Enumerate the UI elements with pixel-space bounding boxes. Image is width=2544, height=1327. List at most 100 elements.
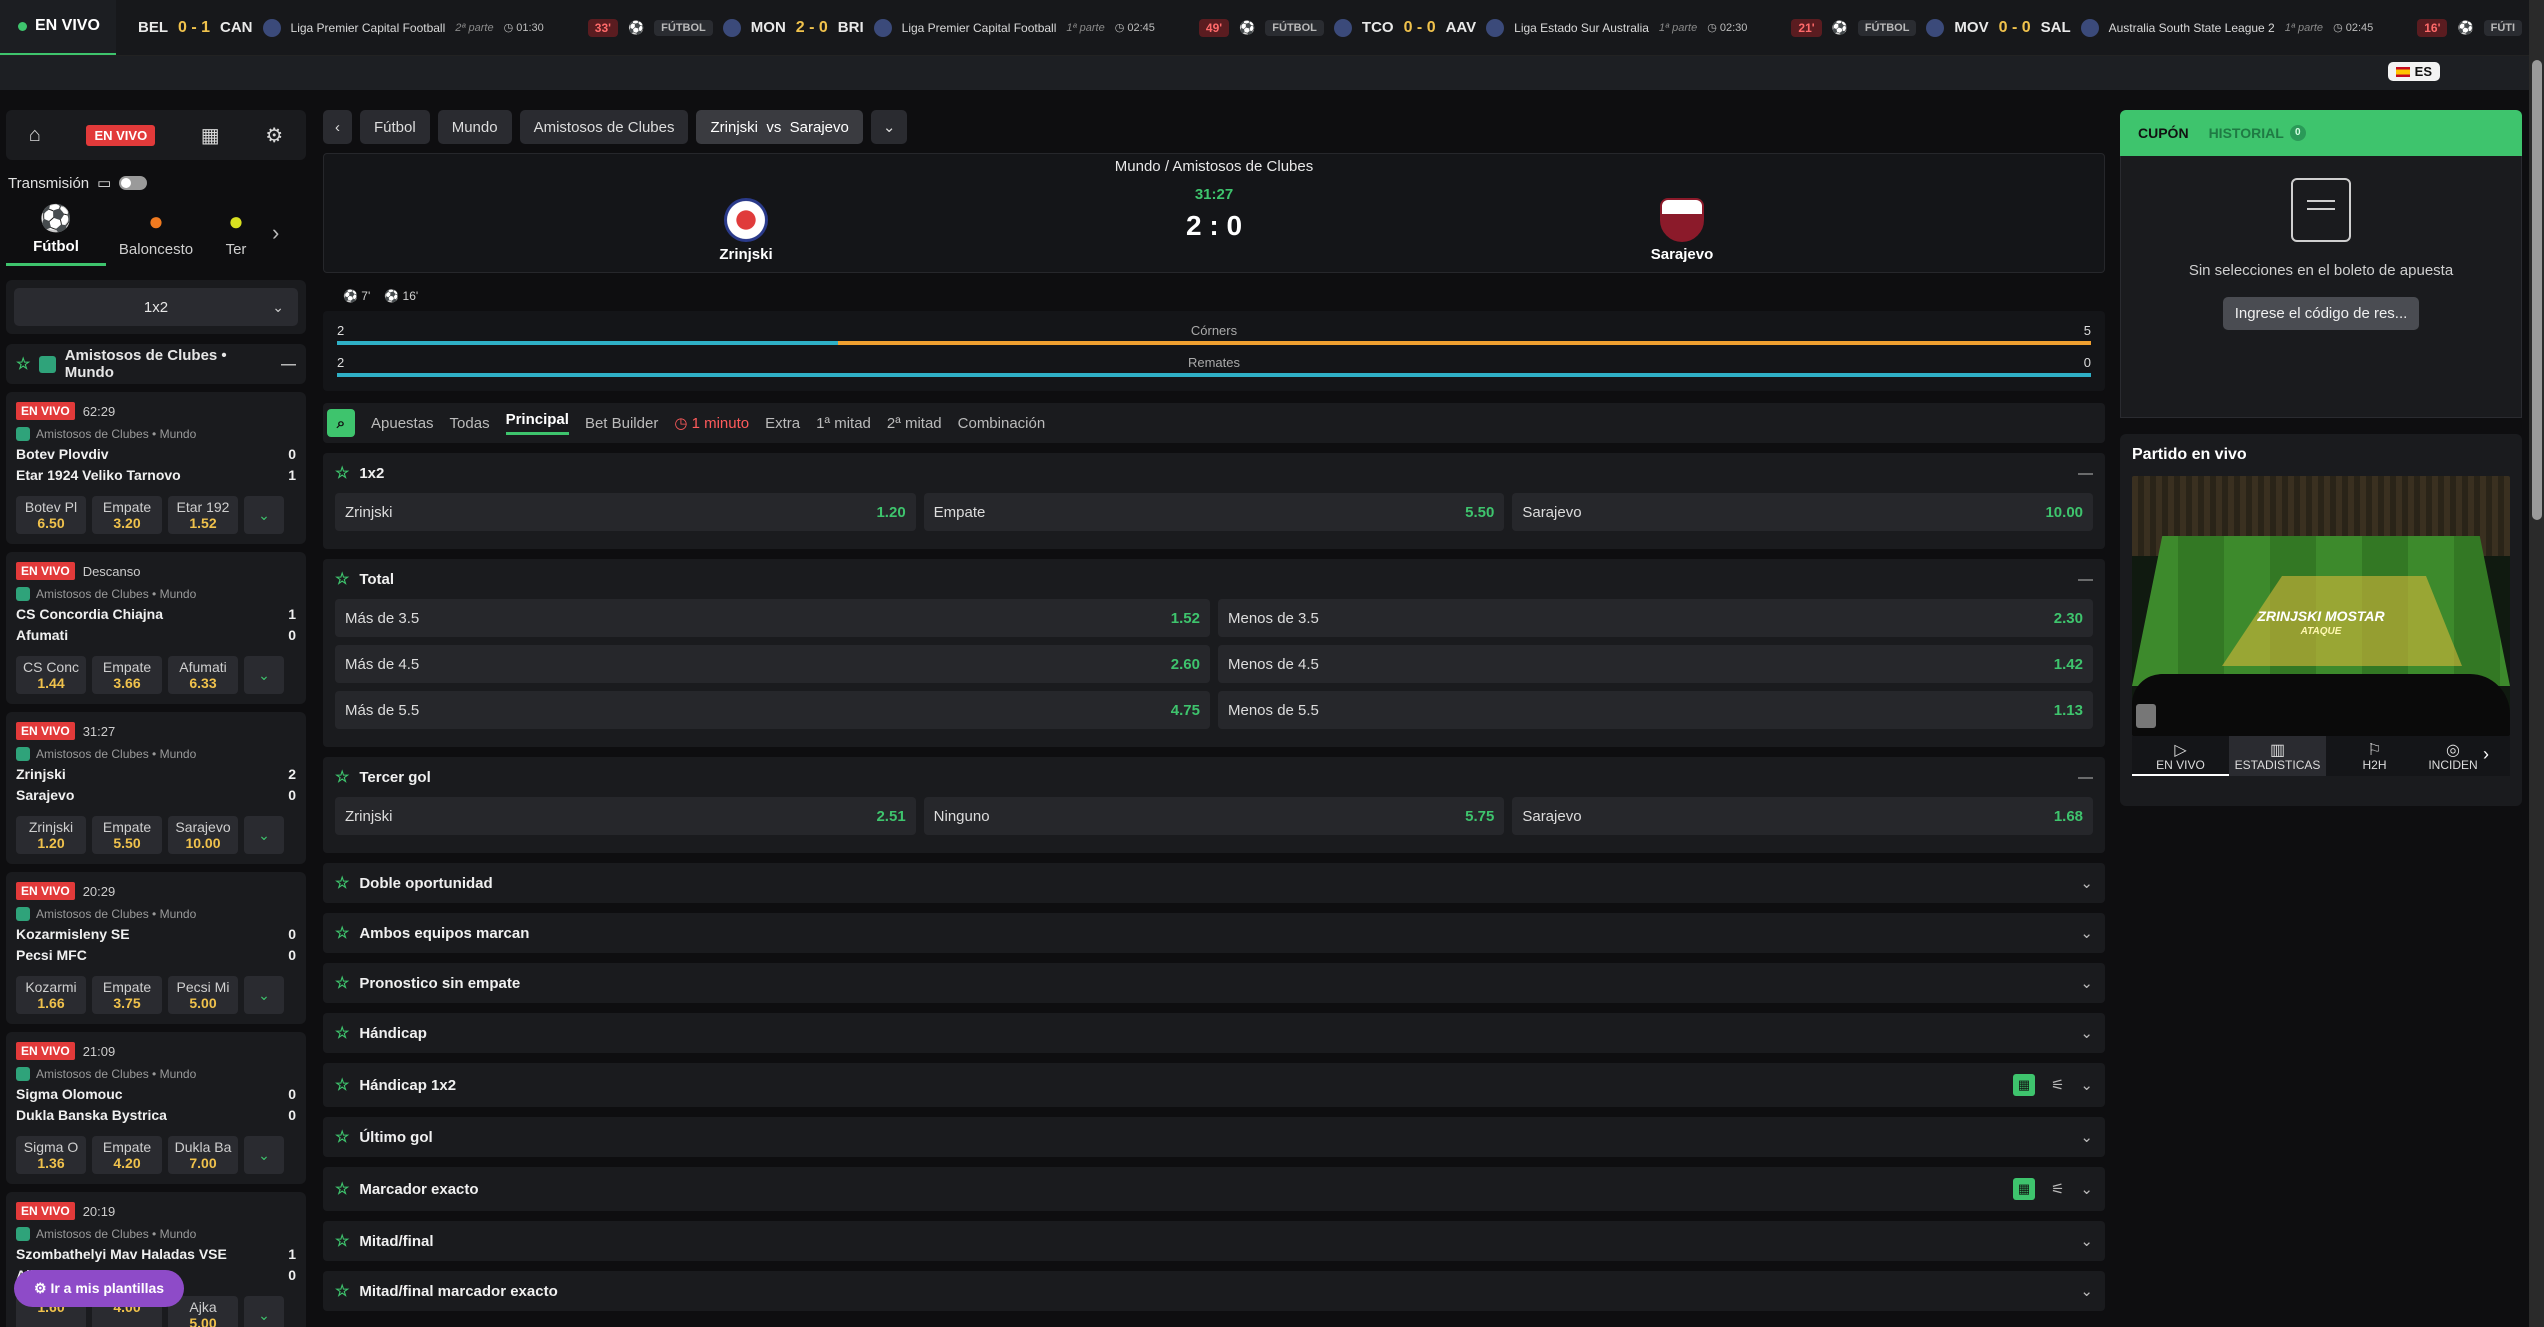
- sport-tab-baloncesto[interactable]: ● Baloncesto: [106, 206, 206, 266]
- odd-button[interactable]: Empate 3.75: [92, 976, 162, 1014]
- odd-button[interactable]: Botev Pl 6.50: [16, 496, 86, 534]
- ticker-match-2[interactable]: 33' ⚽ FÚTBOL MON 2 - 0 BRI Liga Premier …: [566, 18, 1177, 37]
- chevron-right-icon[interactable]: ›: [272, 220, 279, 266]
- market-header[interactable]: ☆ Mitad/final marcador exacto ⌄: [323, 1271, 2105, 1311]
- star-icon[interactable]: ☆: [335, 463, 349, 483]
- collapse-icon[interactable]: —: [2078, 571, 2093, 588]
- match-card[interactable]: EN VIVO 31:27 Amistosos de Clubes • Mund…: [6, 712, 306, 864]
- odd-button[interactable]: Más de 3.5 1.52: [335, 599, 1210, 637]
- market-header[interactable]: ☆ Mitad/final ⌄: [323, 1221, 2105, 1261]
- odd-button[interactable]: Dukla Ba 7.00: [168, 1136, 238, 1174]
- odd-button[interactable]: Sarajevo 10.00: [1512, 493, 2094, 531]
- tab-todas[interactable]: Todas: [450, 415, 490, 432]
- star-icon[interactable]: ☆: [335, 1231, 349, 1251]
- market-header[interactable]: ☆ Hándicap ⌄: [323, 1013, 2105, 1053]
- home-icon[interactable]: ⌂: [29, 124, 41, 147]
- chevron-down-icon[interactable]: ⌄: [2080, 924, 2093, 942]
- gear-icon[interactable]: ⚙: [265, 123, 283, 148]
- collapse-icon[interactable]: —: [2078, 465, 2093, 482]
- sliders-icon[interactable]: ⚟: [2051, 1180, 2064, 1198]
- ticker-match-5[interactable]: 16' ⚽ FÚTI: [2395, 18, 2544, 37]
- match-card[interactable]: EN VIVO 21:09 Amistosos de Clubes • Mund…: [6, 1032, 306, 1184]
- tab-extra[interactable]: Extra: [765, 415, 800, 432]
- tab-2-mitad[interactable]: 2ª mitad: [887, 415, 942, 432]
- market-header[interactable]: ☆ Marcador exacto ▦ ⚟ ⌄: [323, 1167, 2105, 1211]
- star-icon[interactable]: ☆: [335, 1127, 349, 1147]
- chevron-down-icon[interactable]: ⌄: [244, 1136, 284, 1174]
- tab-history[interactable]: HISTORIAL 0: [2209, 125, 2306, 141]
- odd-button[interactable]: Kozarmi 1.66: [16, 976, 86, 1014]
- odd-button[interactable]: Sarajevo 1.68: [1512, 797, 2094, 835]
- market-header[interactable]: ☆ Hándicap 1x2 ▦ ⚟ ⌄: [323, 1063, 2105, 1107]
- back-button[interactable]: ‹: [323, 110, 352, 144]
- page-scrollbar[interactable]: [2529, 0, 2544, 1327]
- tab-h2h[interactable]: ⚐ H2H: [2326, 736, 2423, 776]
- chevron-down-icon[interactable]: ⌄: [244, 496, 284, 534]
- chevron-down-icon[interactable]: ⌄: [244, 1296, 284, 1327]
- sport-tab-tenis[interactable]: ● Ter: [206, 206, 266, 266]
- market-collapsed[interactable]: ☆ Ambos equipos marcan ⌄: [323, 913, 2105, 953]
- chevron-down-icon[interactable]: ⌄: [244, 976, 284, 1014]
- scrollbar-thumb[interactable]: [2532, 60, 2542, 520]
- market-collapsed[interactable]: ☆ Mitad/final ⌄: [323, 1221, 2105, 1261]
- odd-button[interactable]: Sigma O 1.36: [16, 1136, 86, 1174]
- match-card[interactable]: EN VIVO 62:29 Amistosos de Clubes • Mund…: [6, 392, 306, 544]
- sport-tab-futbol[interactable]: ⚽ Fútbol: [6, 203, 106, 266]
- odd-button[interactable]: Afumati 6.33: [168, 656, 238, 694]
- star-icon[interactable]: ☆: [335, 1075, 349, 1095]
- templates-button[interactable]: ⚙ Ir a mis plantillas: [14, 1270, 185, 1307]
- collapse-icon[interactable]: —: [2078, 769, 2093, 786]
- odd-button[interactable]: Sarajevo 10.00: [168, 816, 238, 854]
- odd-button[interactable]: Más de 4.5 2.60: [335, 645, 1210, 683]
- chevron-down-icon[interactable]: ⌄: [2080, 1232, 2093, 1250]
- odd-button[interactable]: Zrinjski 2.51: [335, 797, 916, 835]
- match-card[interactable]: EN VIVO Descanso Amistosos de Clubes • M…: [6, 552, 306, 704]
- ticker-live-tab[interactable]: EN VIVO: [0, 0, 116, 55]
- chevron-down-icon[interactable]: ⌄: [244, 656, 284, 694]
- chevron-down-icon[interactable]: ⌄: [2080, 1024, 2093, 1042]
- odd-button[interactable]: Menos de 3.5 2.30: [1218, 599, 2093, 637]
- odd-button[interactable]: Ninguno 5.75: [923, 797, 1505, 835]
- grid-view-icon[interactable]: ▦: [2012, 1074, 2035, 1096]
- market-header[interactable]: ☆ Pronostico sin empate ⌄: [323, 963, 2105, 1003]
- odd-button[interactable]: Menos de 5.5 1.13: [1218, 691, 2093, 729]
- market-collapsed[interactable]: ☆ Doble oportunidad ⌄: [323, 863, 2105, 903]
- enter-code-button[interactable]: Ingrese el código de res...: [2222, 297, 2420, 330]
- star-icon[interactable]: ☆: [16, 354, 30, 374]
- star-icon[interactable]: ☆: [335, 1281, 349, 1301]
- chevron-down-icon[interactable]: ⌄: [2080, 1128, 2093, 1146]
- star-icon[interactable]: ☆: [335, 767, 349, 787]
- tab-principal[interactable]: Principal: [505, 411, 569, 435]
- transmission-toggle[interactable]: [119, 176, 148, 190]
- star-icon[interactable]: ☆: [335, 923, 349, 943]
- tab-coupon[interactable]: CUPÓN: [2138, 125, 2189, 141]
- chevron-down-icon[interactable]: ⌄: [244, 816, 284, 854]
- odd-button[interactable]: Empate 5.50: [923, 493, 1505, 531]
- odd-button[interactable]: Menos de 4.5 1.42: [1218, 645, 2093, 683]
- ticker-match-3[interactable]: 49' ⚽ FÚTBOL TCO 0 - 0 AAV Liga Estado S…: [1177, 18, 1770, 37]
- odd-button[interactable]: Empate 3.20: [92, 496, 162, 534]
- breadcrumb-mundo[interactable]: Mundo: [437, 110, 512, 144]
- grid-view-icon[interactable]: ▦: [2012, 1178, 2035, 1200]
- tab-bet-builder[interactable]: Bet Builder: [585, 415, 658, 432]
- language-selector[interactable]: ES: [2387, 62, 2440, 81]
- star-icon[interactable]: ☆: [335, 973, 349, 993]
- market-select[interactable]: 1x2 ⌄: [14, 288, 298, 326]
- odd-button[interactable]: Más de 5.5 4.75: [335, 691, 1210, 729]
- ticker-match-4[interactable]: 21' ⚽ FÚTBOL MOV 0 - 0 SAL Australia Sou…: [1769, 18, 2395, 37]
- star-icon[interactable]: ☆: [335, 1179, 349, 1199]
- odd-button[interactable]: Etar 192 1.52: [168, 496, 238, 534]
- star-icon[interactable]: ☆: [335, 569, 349, 589]
- market-header[interactable]: ☆ Doble oportunidad ⌄: [323, 863, 2105, 903]
- odd-button[interactable]: CS Conc 1.44: [16, 656, 86, 694]
- tab-estadisticas[interactable]: ▥ ESTADISTICAS: [2229, 736, 2326, 776]
- breadcrumb-match[interactable]: Zrinjski vs Sarajevo: [696, 110, 863, 144]
- market-collapsed[interactable]: ☆ Mitad/final marcador exacto ⌄: [323, 1271, 2105, 1311]
- chevron-right-icon[interactable]: ›: [2483, 736, 2489, 776]
- chevron-down-icon[interactable]: ⌄: [2080, 874, 2093, 892]
- chevron-down-icon[interactable]: ⌄: [2080, 974, 2093, 992]
- tab-1-mitad[interactable]: 1ª mitad: [816, 415, 871, 432]
- market-header[interactable]: ☆ Último gol ⌄: [323, 1117, 2105, 1157]
- market-header[interactable]: ☆ Total —: [323, 559, 2105, 599]
- breadcrumb-futbol[interactable]: Fútbol: [360, 110, 430, 144]
